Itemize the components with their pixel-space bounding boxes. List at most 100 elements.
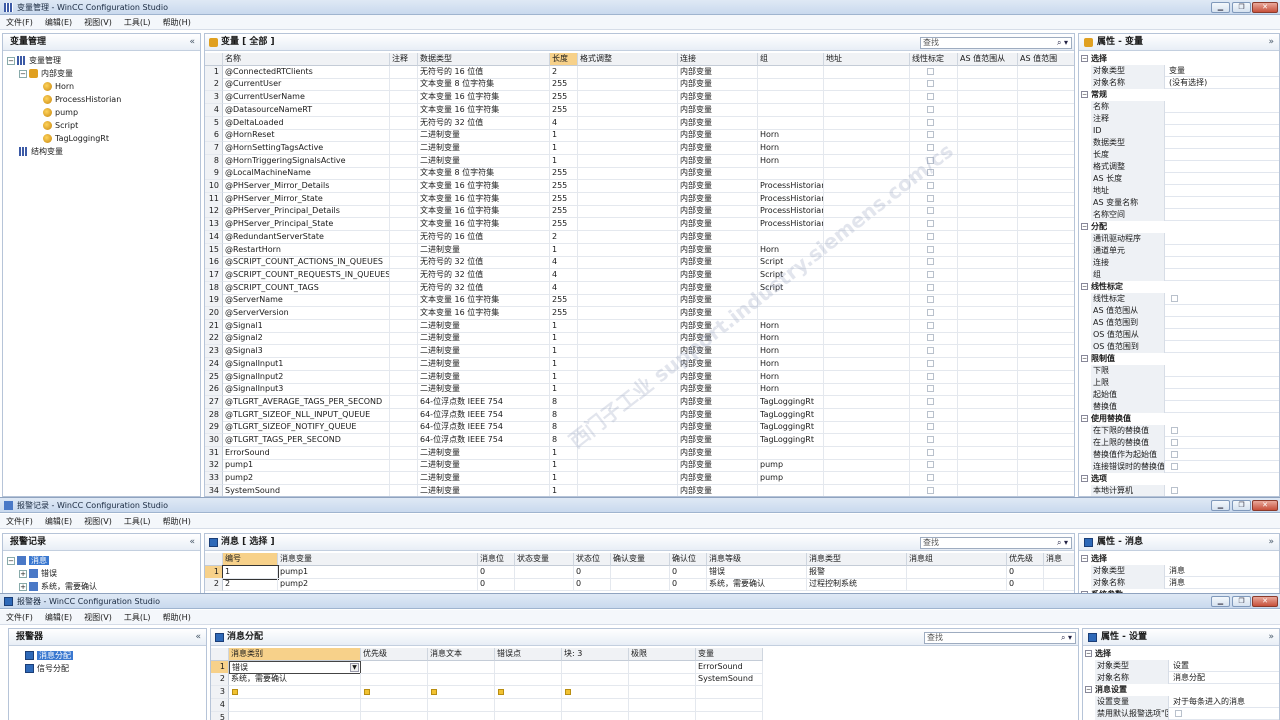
table-cell[interactable]: [361, 660, 428, 674]
table-cell[interactable]: [758, 103, 824, 117]
table-cell[interactable]: [1018, 434, 1074, 447]
table-cell[interactable]: [390, 357, 418, 371]
table-cell[interactable]: 内部变量: [678, 370, 758, 384]
table-cell[interactable]: 二进制变量: [418, 383, 550, 397]
linear-scaling-checkbox[interactable]: [927, 270, 934, 278]
property-value[interactable]: 设置: [1171, 660, 1279, 672]
property-value[interactable]: 对于每条进入的消息: [1171, 696, 1279, 708]
table-cell[interactable]: 文本变量 16 位字符集: [418, 192, 550, 206]
property-row[interactable]: 组: [1091, 269, 1279, 281]
table-cell[interactable]: [910, 103, 958, 117]
column-header[interactable]: 地址: [824, 53, 910, 66]
table-cell[interactable]: [629, 673, 696, 687]
table-cell[interactable]: [958, 408, 1018, 422]
table-cell[interactable]: [390, 116, 418, 130]
close-button[interactable]: ✕: [1252, 500, 1278, 511]
table-cell[interactable]: [1018, 396, 1074, 409]
table-cell[interactable]: 内部变量: [678, 357, 758, 371]
table-cell[interactable]: 255: [550, 294, 578, 308]
expand-icon[interactable]: »: [1268, 534, 1274, 551]
table-cell[interactable]: [958, 180, 1018, 193]
table-cell[interactable]: Horn: [758, 332, 824, 346]
expand-toggle-icon[interactable]: +: [19, 569, 27, 578]
table-cell[interactable]: [1044, 566, 1074, 579]
table-cell[interactable]: 内部变量: [678, 230, 758, 244]
table-cell[interactable]: [958, 256, 1018, 270]
table-cell[interactable]: [958, 91, 1018, 105]
table-cell[interactable]: 内部变量: [678, 408, 758, 422]
menu-item[interactable]: 编辑(E): [45, 610, 72, 625]
table-cell[interactable]: [390, 383, 418, 397]
table-cell[interactable]: [958, 345, 1018, 359]
maximize-button[interactable]: ❐: [1232, 500, 1251, 511]
property-checkbox[interactable]: [1171, 439, 1178, 446]
table-cell[interactable]: [758, 294, 824, 308]
column-header[interactable]: 消息类别: [229, 648, 361, 661]
linear-scaling-checkbox[interactable]: [927, 321, 934, 329]
property-group[interactable]: − 常规: [1079, 89, 1279, 101]
table-cell[interactable]: @TLGRT_SIZEOF_NOTIFY_QUEUE: [223, 421, 390, 435]
tree-group-script[interactable]: Script: [31, 119, 78, 132]
linear-scaling-checkbox[interactable]: [927, 156, 934, 164]
table-cell[interactable]: [361, 673, 428, 687]
table-cell[interactable]: 内部变量: [678, 167, 758, 181]
table-cell[interactable]: [578, 345, 678, 359]
table-cell[interactable]: [578, 307, 678, 320]
table-cell[interactable]: [515, 565, 574, 579]
table-cell[interactable]: @RedundantServerState: [223, 230, 390, 244]
table-cell[interactable]: [824, 180, 910, 193]
table-cell[interactable]: 内部变量: [678, 103, 758, 117]
table-cell[interactable]: 内部变量: [678, 141, 758, 155]
linear-scaling-checkbox[interactable]: [927, 283, 934, 291]
linear-scaling-checkbox[interactable]: [927, 436, 934, 443]
property-row[interactable]: 注释: [1091, 113, 1279, 125]
table-cell[interactable]: 内部变量: [678, 294, 758, 308]
property-row[interactable]: 替换值: [1091, 401, 1279, 413]
column-header[interactable]: 消息文本: [428, 648, 495, 661]
table-cell[interactable]: 内部变量: [678, 459, 758, 473]
table-cell[interactable]: [390, 319, 418, 333]
table-cell[interactable]: [1018, 155, 1074, 168]
table-cell[interactable]: [611, 578, 670, 592]
expand-icon[interactable]: »: [1268, 34, 1274, 51]
column-header[interactable]: 确认变量: [611, 553, 670, 566]
table-cell[interactable]: 无符号的 16 位值: [418, 230, 550, 244]
table-cell[interactable]: [578, 116, 678, 130]
linear-scaling-checkbox[interactable]: [927, 474, 934, 482]
table-cell[interactable]: [910, 192, 958, 206]
table-cell[interactable]: Horn: [758, 370, 824, 384]
table-cell[interactable]: [910, 281, 958, 295]
table-cell[interactable]: 255: [550, 167, 578, 181]
table-cell[interactable]: [910, 65, 958, 79]
linear-scaling-checkbox[interactable]: [927, 220, 934, 228]
table-cell[interactable]: @Signal2: [223, 332, 390, 346]
table-cell[interactable]: 内部变量: [678, 345, 758, 359]
table-cell[interactable]: 2: [550, 65, 578, 79]
table-cell[interactable]: [578, 65, 678, 79]
table-cell[interactable]: 内部变量: [678, 395, 758, 409]
table-cell[interactable]: [1018, 142, 1074, 155]
table-cell[interactable]: [578, 472, 678, 486]
column-header[interactable]: 消息组: [907, 553, 1007, 566]
column-header[interactable]: 状态变量: [515, 553, 574, 566]
table-cell[interactable]: 1: [550, 141, 578, 155]
table-cell[interactable]: 4: [550, 268, 578, 282]
table-cell[interactable]: @ConnectedRTClients: [223, 65, 390, 79]
table-cell[interactable]: 0: [478, 565, 515, 579]
linear-scaling-checkbox[interactable]: [927, 448, 934, 456]
table-cell[interactable]: [578, 230, 678, 244]
table-cell[interactable]: [958, 103, 1018, 117]
table-cell[interactable]: [495, 698, 562, 712]
table-cell[interactable]: [910, 434, 958, 447]
table-cell[interactable]: 0: [670, 578, 707, 592]
table-cell[interactable]: 1: [550, 319, 578, 333]
menu-item[interactable]: 视图(V): [84, 610, 112, 625]
table-cell[interactable]: @SCRIPT_COUNT_REQUESTS_IN_QUEUES: [223, 268, 390, 282]
property-row[interactable]: 上限: [1091, 377, 1279, 389]
table-cell[interactable]: [1018, 282, 1074, 295]
table-cell[interactable]: [428, 686, 495, 700]
property-row[interactable]: 通讯驱动程序: [1091, 233, 1279, 245]
table-cell[interactable]: [390, 167, 418, 181]
table-cell[interactable]: 二进制变量: [418, 357, 550, 371]
table-cell[interactable]: [958, 421, 1018, 435]
